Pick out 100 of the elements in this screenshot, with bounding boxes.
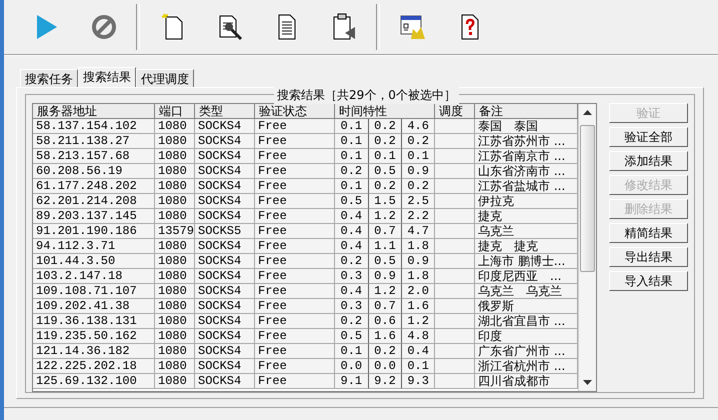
table-cell: 89.203.137.145 [33,209,155,224]
table-cell: 0.4 [335,224,369,239]
table-cell: 上海市 鹏博士... [475,254,578,269]
table-cell: 1.6 [368,329,402,344]
table-cell: 121.14.36.182 [33,344,155,359]
table-cell: 湖北省宜昌市 ... [475,314,578,329]
table-cell: 58.211.138.27 [33,134,155,149]
scroll-up-icon[interactable] [583,110,592,115]
scroll-down-icon[interactable] [583,380,592,385]
table-cell: Free [255,119,335,134]
table-cell: 1080 [155,329,195,344]
action-button[interactable]: 添加结果 [609,151,688,171]
tab[interactable]: 搜索任务 [20,69,78,87]
table-cell: 0.1 [368,149,402,164]
table-cell: 2.0 [402,284,435,299]
settings-icon [398,13,426,41]
table-cell: 58.137.154.102 [33,119,155,134]
table-cell: 9.3 [402,374,435,389]
table-cell: 山东省济南市 ... [475,164,578,179]
table-cell: 1.2 [368,209,402,224]
table-cell: 泰国 泰国 [475,119,578,134]
table-cell: 101.44.3.50 [33,254,155,269]
table-cell: 江苏省南京市 ... [475,149,578,164]
table-cell: 0.0 [335,359,369,374]
column-header[interactable]: 类型 [195,104,255,119]
table-cell: 91.201.190.186 [33,224,155,239]
table-cell: 0.3 [335,299,369,314]
table-cell: 0.7 [368,299,402,314]
table-cell: SOCKS5 [195,224,255,239]
table-cell: 103.2.147.18 [33,269,155,284]
table-cell: 0.1 [335,134,369,149]
table-cell: Free [255,149,335,164]
action-button[interactable]: 导入结果 [609,271,688,291]
scrollbar[interactable] [578,104,596,391]
table-cell: 1080 [155,194,195,209]
table-cell: SOCKS4 [195,374,255,389]
scroll-thumb[interactable] [580,125,595,272]
column-header[interactable]: 备注 [475,104,578,119]
action-button[interactable]: 导出结果 [609,247,688,267]
table-cell: 乌克兰 [475,224,578,239]
table-cell: 1.6 [402,299,435,314]
table-cell: 0.7 [368,224,402,239]
table-cell: 109.108.71.107 [33,284,155,299]
table-cell: 94.112.3.71 [33,239,155,254]
action-button[interactable]: 验证全部 [609,127,688,147]
column-header[interactable]: 服务器地址 [33,104,155,119]
table-cell: 1080 [155,314,195,329]
table-cell: 印度尼西亚 ... [475,269,578,284]
table-cell: 0.3 [335,269,369,284]
table-cell: 四川省成都市 [475,374,578,389]
table-cell: 0.2 [402,179,435,194]
table-cell: Free [255,254,335,269]
table-cell: 62.201.214.208 [33,194,155,209]
column-header[interactable]: 端口 [155,104,195,119]
table-cell: 0.2 [368,119,402,134]
action-button[interactable]: 精简结果 [609,223,688,243]
table-cell: Free [255,329,335,344]
table-cell: 1080 [155,164,195,179]
table-cell: 122.225.202.18 [33,359,155,374]
table-cell: 江苏省苏州市 ... [475,134,578,149]
table-cell: 0.2 [368,179,402,194]
table-cell: 0.4 [335,209,369,224]
table-cell: 2.5 [402,194,435,209]
table-cell: 印度 [475,329,578,344]
table-cell: 俄罗斯 [475,299,578,314]
table-cell: 广东省广州市 ... [475,344,578,359]
table-cell: 13579 [155,224,195,239]
table-cell: 109.202.41.38 [33,299,155,314]
table-cell: 0.4 [335,239,369,254]
table-cell: Free [255,269,335,284]
table-cell: 119.235.50.162 [33,329,155,344]
column-header[interactable]: 调度 [435,104,475,119]
table-cell: 1080 [155,209,195,224]
table-cell: SOCKS4 [195,134,255,149]
table-cell: Free [255,239,335,254]
tab[interactable]: 代理调度 [136,69,194,87]
table-cell: Free [255,374,335,389]
column-header[interactable]: 时间特性 [335,104,435,119]
table-cell: 125.69.132.100 [33,374,155,389]
table-cell: 伊拉克 [475,194,578,209]
table-cell: SOCKS4 [195,284,255,299]
group-title: 搜索结果［共29个，0个被选中］ [274,87,459,104]
table-cell: 9.2 [368,374,402,389]
table-cell: SOCKS4 [195,359,255,374]
table-cell: 0.0 [368,359,402,374]
table-cell: Free [255,179,335,194]
table-cell: 0.1 [335,149,369,164]
table-cell: SOCKS4 [195,209,255,224]
table-cell: Free [255,194,335,209]
table-cell: 0.5 [335,329,369,344]
table-cell: 1080 [155,269,195,284]
column-header[interactable]: 验证状态 [255,104,335,119]
table-cell: 1.8 [402,269,435,284]
table-cell: 捷克 [475,209,578,224]
tab[interactable]: 搜索结果 [78,67,136,87]
table-cell: 0.9 [402,164,435,179]
table-cell: 0.2 [368,134,402,149]
table-cell: SOCKS4 [195,269,255,284]
table-cell: 0.9 [402,254,435,269]
table-cell: 1.2 [368,284,402,299]
